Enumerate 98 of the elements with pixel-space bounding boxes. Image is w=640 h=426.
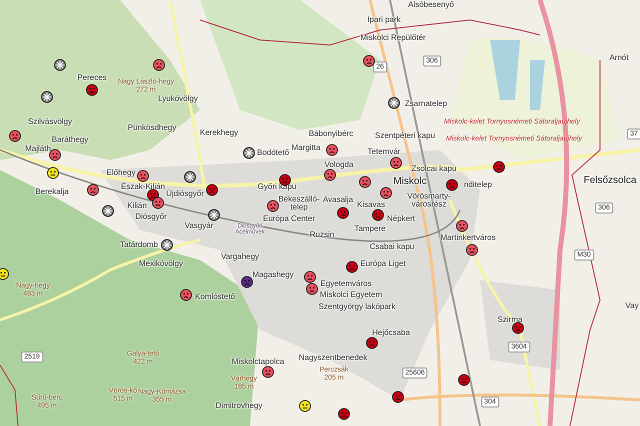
place-label: Miskolctapolca [232, 358, 284, 366]
neutral-face-marker[interactable] [0, 268, 9, 280]
place-label: Szentgyörgy lakópark [318, 303, 396, 311]
sad-face-marker[interactable] [306, 283, 318, 295]
place-label: Berekalja [35, 188, 69, 196]
place-label: Kisavas [357, 201, 385, 209]
sad-face-marker[interactable] [206, 184, 218, 196]
sad-face-marker[interactable] [366, 337, 378, 349]
sad-face-marker[interactable] [304, 271, 316, 283]
sad-face-marker[interactable] [337, 207, 349, 219]
place-label: Európa Liget [360, 260, 406, 268]
place-label: Vasgyár [184, 222, 214, 230]
place-label: Tatárdomb [120, 241, 158, 249]
place-label: Alsóbesenyő [408, 1, 454, 9]
place-label: Újdiósgyőr [166, 190, 204, 198]
place-label: Bábonyibérc [308, 130, 354, 138]
place-label: Pünkösdhegy [128, 124, 176, 132]
sad-face-marker[interactable] [512, 322, 524, 334]
place-label: Vay [625, 302, 639, 310]
place-label: Margitta [292, 144, 320, 152]
place-label: Felsőzsolca [584, 176, 636, 186]
place-label: Dimitrovhegy [216, 402, 262, 410]
place-label: Arnót [609, 54, 629, 62]
place-label: Békeszálló-telep [277, 196, 321, 212]
place-label: Szilvásvölgy [28, 118, 72, 126]
place-label: Avasalja [322, 196, 354, 204]
place-label: Egyetemváros [320, 280, 372, 288]
place-label: Bodótető [256, 149, 290, 157]
place-label: Kilián [127, 202, 147, 210]
place-label: Lyukóvölgy [158, 95, 198, 103]
place-label: Ruzsin [310, 231, 334, 239]
sad-face-marker[interactable] [49, 149, 61, 161]
sad-face-marker[interactable] [152, 197, 164, 209]
sad-face-marker[interactable] [372, 209, 384, 221]
place-label: Magashegy [252, 271, 294, 279]
sad-face-marker[interactable] [326, 144, 338, 156]
place-label: Majláth [25, 145, 51, 153]
place-label: Vologda [324, 161, 354, 169]
sad-face-marker[interactable] [324, 169, 336, 181]
place-label: Csabai kapu [370, 243, 414, 251]
sad-face-marker[interactable] [267, 200, 279, 212]
place-label: Tetemvár [368, 148, 400, 156]
checkered-marker[interactable] [161, 239, 173, 251]
place-label: Martinkertváros [440, 234, 496, 242]
sad-face-marker[interactable] [458, 374, 470, 386]
place-label: Baráthegy [52, 136, 88, 144]
neutral-face-marker[interactable] [47, 167, 59, 179]
sad-face-marker[interactable] [359, 176, 371, 188]
place-label: Mexikóvölgy [139, 260, 183, 268]
checkered-marker[interactable] [184, 171, 196, 183]
place-label: Szentpéteri kapu [374, 132, 436, 140]
sad-face-marker[interactable] [338, 408, 350, 420]
place-label: Zsarnatelep [404, 100, 448, 108]
checkered-marker[interactable] [54, 59, 66, 71]
place-label: Vörösmarty-városrész [406, 192, 452, 210]
sad-face-marker[interactable] [493, 161, 505, 173]
place-label: Zsolcai kapu [412, 165, 456, 173]
place-label: Nagyszentbenedek [298, 354, 368, 362]
sad-face-marker[interactable] [456, 220, 468, 232]
sad-face-marker[interactable] [390, 157, 402, 169]
checkered-marker[interactable] [102, 205, 114, 217]
neutral-face-marker[interactable] [299, 400, 311, 412]
place-label: Tampere [354, 225, 386, 233]
sad-face-marker[interactable] [241, 276, 253, 288]
sad-face-marker[interactable] [346, 261, 358, 273]
sad-face-marker[interactable] [87, 184, 99, 196]
sad-face-marker[interactable] [380, 187, 392, 199]
sad-face-marker[interactable] [86, 84, 98, 96]
place-label: Komlóstető [194, 293, 236, 301]
sad-face-marker[interactable] [9, 130, 21, 142]
sad-face-marker[interactable] [446, 179, 458, 191]
place-label: Miskolci Repülőtér [360, 34, 426, 42]
place-label: Győri kapu [258, 183, 296, 191]
sad-face-marker[interactable] [180, 289, 192, 301]
place-label: Népkert [387, 215, 415, 223]
place-label: Miskolci Egyetem [320, 291, 382, 299]
sad-face-marker[interactable] [466, 244, 478, 256]
place-label: nditelep [464, 181, 492, 189]
sad-face-marker[interactable] [363, 55, 375, 67]
place-label: Szirma [498, 316, 522, 324]
place-label: Pereces [77, 74, 107, 82]
sad-face-marker[interactable] [392, 391, 404, 403]
place-label: Hejőcsaba [372, 329, 410, 337]
checkered-marker[interactable] [388, 97, 400, 109]
place-label: Diósgyőr [135, 213, 167, 221]
place-label: Európa Center [262, 215, 316, 223]
place-label: Miskolc [393, 177, 427, 187]
place-label: Ipari park [367, 16, 401, 24]
sad-face-marker[interactable] [153, 59, 165, 71]
place-label: Észak-Kilián [121, 183, 165, 191]
checkered-marker[interactable] [208, 209, 220, 221]
sad-face-marker[interactable] [137, 170, 149, 182]
place-label: Előhegy [106, 169, 136, 177]
sad-face-marker[interactable] [262, 366, 274, 378]
checkered-marker[interactable] [41, 91, 53, 103]
checkered-marker[interactable] [243, 147, 255, 159]
place-label: Vargahegy [220, 253, 260, 261]
place-label: Kerekhegy [200, 129, 238, 137]
